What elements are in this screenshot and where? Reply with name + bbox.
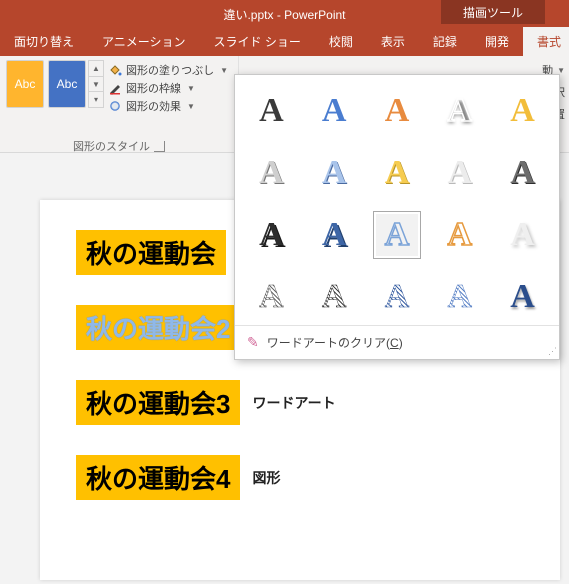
wordart-style-1[interactable]: A (247, 87, 295, 135)
eraser-icon: ✎ (247, 334, 259, 351)
tab-review[interactable]: 校閲 (315, 27, 367, 56)
shape-text-2[interactable]: 秋の運動会2 (76, 305, 240, 350)
tab-developer[interactable]: 開発 (471, 27, 523, 56)
shape-styles-group-label: 図形のスタイル (73, 138, 150, 154)
dialog-launcher-icon[interactable] (154, 141, 165, 152)
tab-slideshow[interactable]: スライド ショー (200, 27, 315, 56)
contextual-tab-label: 描画ツール (441, 0, 545, 24)
wordart-style-8[interactable]: A (373, 149, 421, 197)
wordart-gallery: AAAAAAAAAAAAAAAAAAAA ✎ ワードアートのクリア(C) ⋰ (234, 74, 560, 360)
wordart-style-9[interactable]: A (436, 149, 484, 197)
wordart-style-5[interactable]: A (499, 87, 547, 135)
wordart-style-13[interactable]: A (373, 211, 421, 259)
shape-text-1[interactable]: 秋の運動会 (76, 230, 226, 275)
wordart-style-15[interactable]: A (499, 211, 547, 259)
wordart-style-6[interactable]: A (247, 149, 295, 197)
tab-record[interactable]: 記録 (419, 27, 471, 56)
wordart-style-10[interactable]: A (499, 149, 547, 197)
wordart-style-2[interactable]: A (310, 87, 358, 135)
chevron-up-icon: ▲ (89, 61, 103, 76)
wordart-style-19[interactable]: A (436, 273, 484, 321)
caption-4: 図形 (252, 468, 280, 488)
pen-outline-icon (108, 81, 122, 95)
effects-icon (108, 99, 122, 113)
shape-outline-button[interactable]: 図形の枠線 ▼ (108, 80, 228, 96)
wordart-style-14[interactable]: A (436, 211, 484, 259)
shape-fill-button[interactable]: 図形の塗りつぶし ▼ (108, 62, 228, 78)
shape-style-more-button[interactable]: ▲ ▼ ▾ (88, 60, 104, 108)
wordart-style-4[interactable]: A (436, 87, 484, 135)
wordart-style-11[interactable]: A (247, 211, 295, 259)
tab-transition[interactable]: 面切り替え (0, 27, 88, 56)
wordart-style-16[interactable]: A (247, 273, 295, 321)
wordart-style-12[interactable]: A (310, 211, 358, 259)
shape-style-swatch-2[interactable]: Abc (48, 60, 86, 108)
tab-view[interactable]: 表示 (367, 27, 419, 56)
wordart-style-20[interactable]: A (499, 273, 547, 321)
wordart-style-17[interactable]: A (310, 273, 358, 321)
shape-text-4[interactable]: 秋の運動会4 (76, 455, 240, 500)
shape-style-swatches: Abc Abc (6, 60, 86, 108)
ribbon-tabs: 面切り替え アニメーション スライド ショー 校閲 表示 記録 開発 書式 実 (0, 28, 569, 56)
caret-down-icon: ▼ (220, 66, 228, 75)
paint-bucket-icon (108, 63, 122, 77)
caret-down-icon: ▼ (187, 84, 195, 93)
tab-animation[interactable]: アニメーション (88, 27, 200, 56)
shape-style-swatch-1[interactable]: Abc (6, 60, 44, 108)
wordart-style-3[interactable]: A (373, 87, 421, 135)
wordart-style-18[interactable]: A (373, 273, 421, 321)
shape-fill-label: 図形の塗りつぶし (126, 62, 214, 78)
chevron-down-icon: ▼ (89, 76, 103, 92)
resize-grip-icon[interactable]: ⋰ (548, 346, 555, 357)
shape-effects-label: 図形の効果 (126, 98, 181, 114)
wordart-clear-label: ワードアートのクリア(C) (267, 334, 403, 351)
line-chevron-down-icon: ▾ (89, 91, 103, 107)
shape-outline-label: 図形の枠線 (126, 80, 181, 96)
caption-3: ワードアート (252, 393, 335, 413)
shape-effects-button[interactable]: 図形の効果 ▼ (108, 98, 228, 114)
caret-down-icon: ▼ (187, 102, 195, 111)
tab-format[interactable]: 書式 (523, 27, 569, 56)
shape-text-3[interactable]: 秋の運動会3 (76, 380, 240, 425)
shape-styles-group: Abc Abc ▲ ▼ ▾ 図形の塗りつぶし ▼ (0, 56, 239, 156)
wordart-style-7[interactable]: A (310, 149, 358, 197)
wordart-clear-button[interactable]: ✎ ワードアートのクリア(C) ⋰ (235, 325, 559, 359)
